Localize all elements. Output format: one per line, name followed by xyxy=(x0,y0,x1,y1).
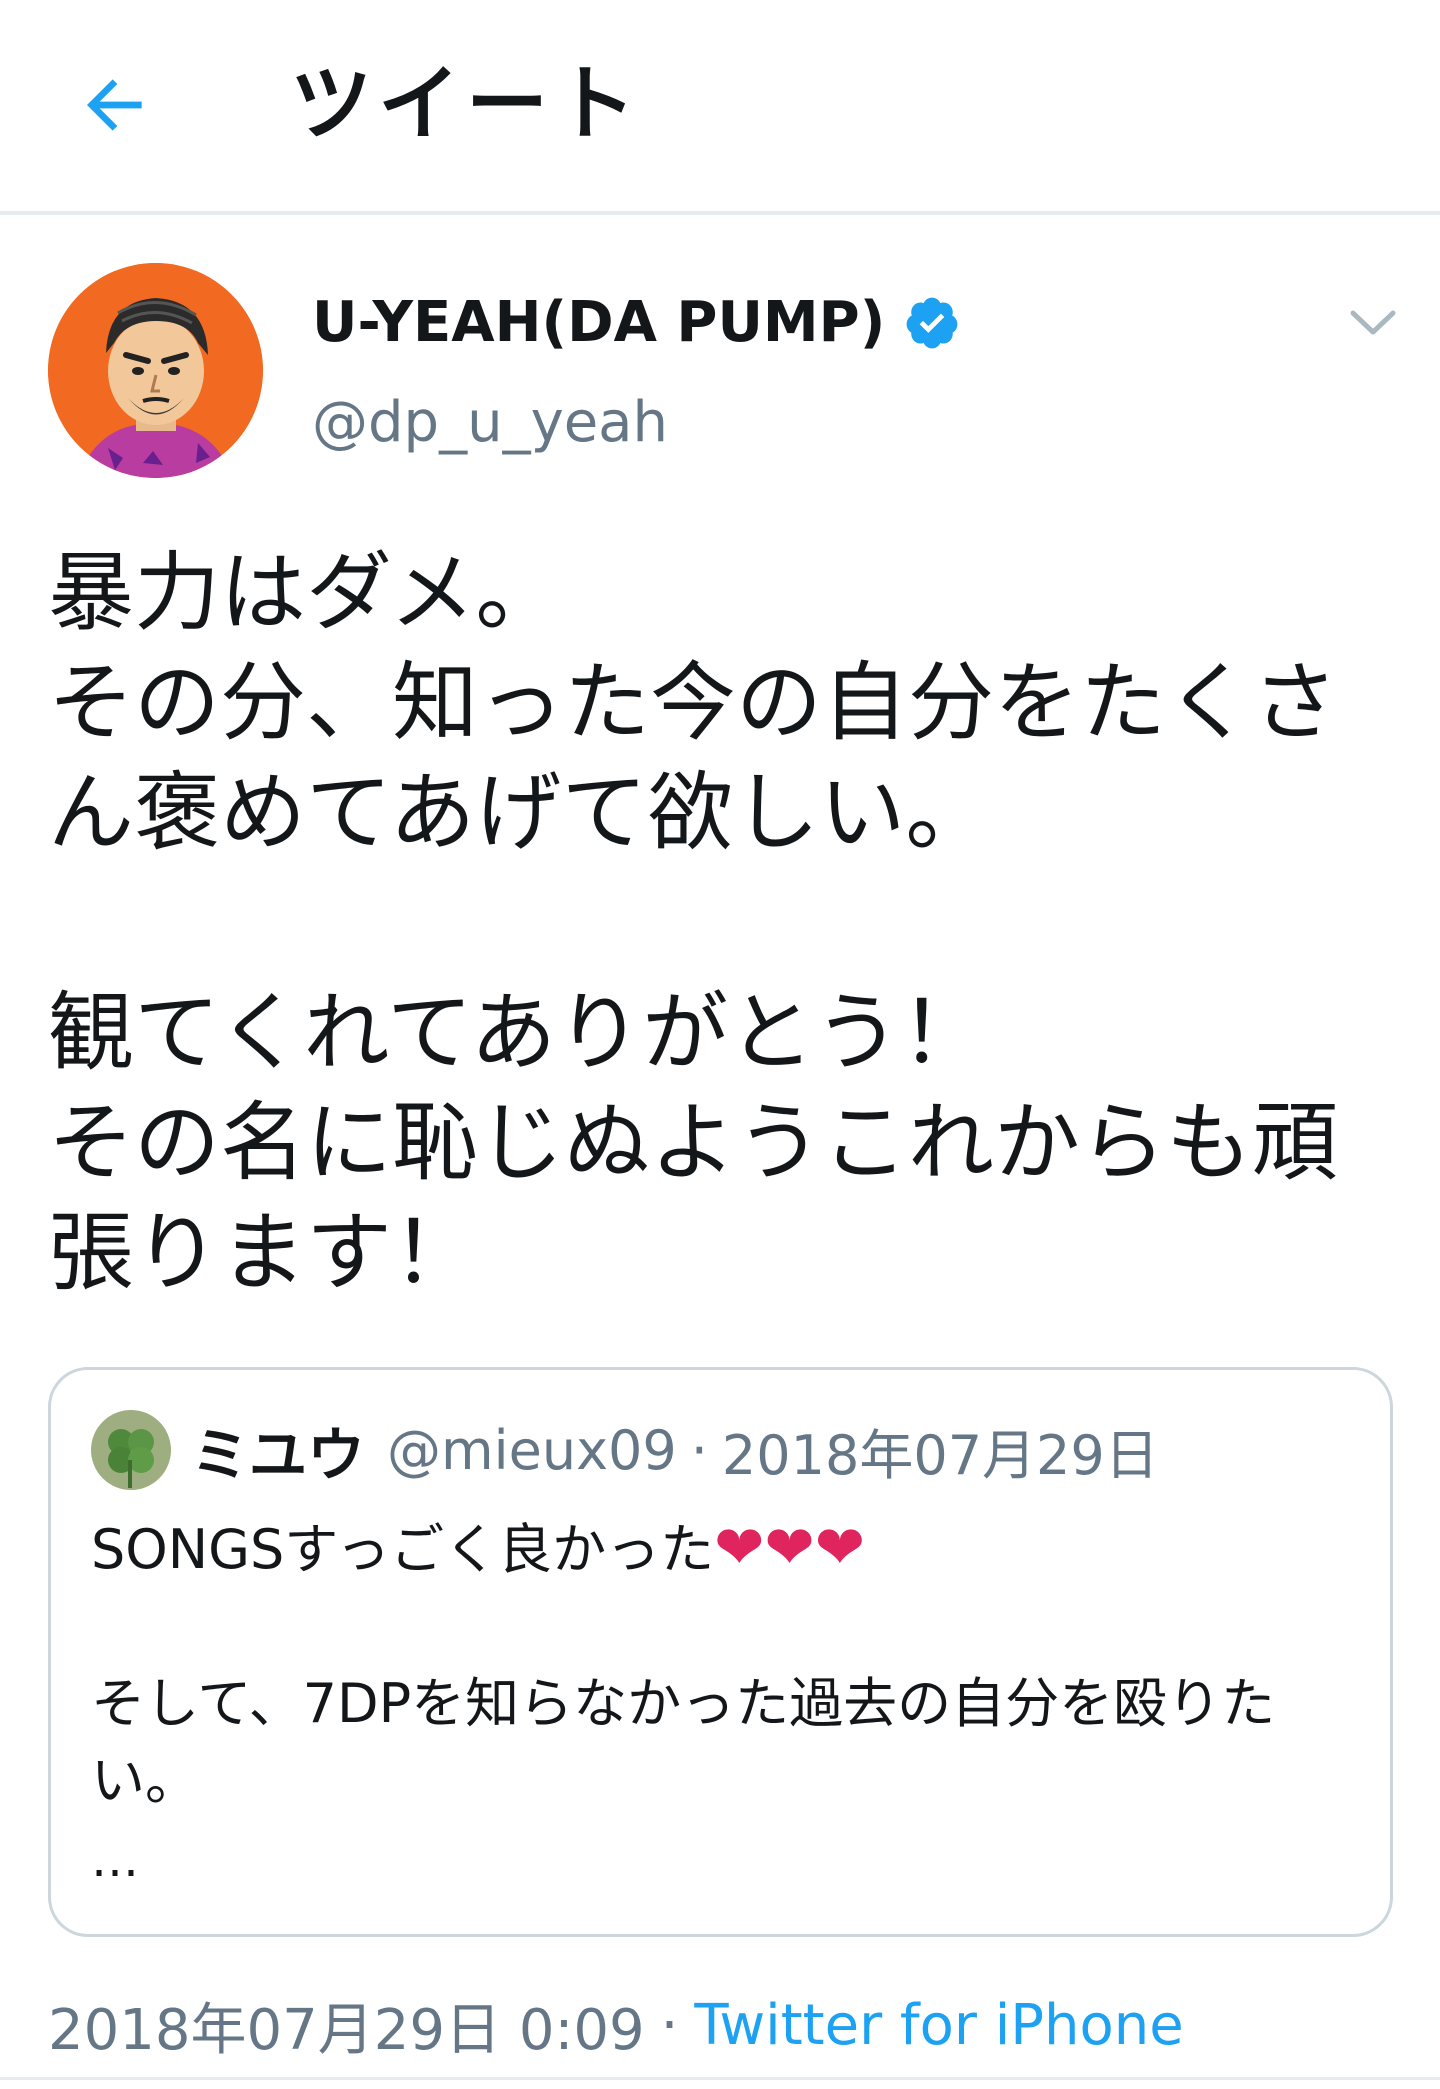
quoted-text-line1: SONGSすっごく良かった xyxy=(91,1518,715,1581)
quoted-author-name: ミユウ xyxy=(191,1421,366,1489)
quoted-tweet-card[interactable]: ミユウ @mieux09 · 2018年07月29日 SONGSすっごく良かった… xyxy=(48,1367,1393,1937)
quoted-ellipsis: … xyxy=(91,1832,141,1888)
chevron-down-icon xyxy=(1350,310,1395,334)
quoted-tweet-header: ミユウ @mieux09 · 2018年07月29日 xyxy=(91,1410,1159,1490)
tweet-options-button[interactable] xyxy=(1335,290,1410,355)
quoted-author-avatar xyxy=(91,1410,171,1490)
tweet-timestamp: 2018年07月29日 0:09 xyxy=(48,1997,645,2063)
meta-separator: · xyxy=(660,1992,679,2058)
tweet-meta: 2018年07月29日 0:09 · Twitter for iPhone xyxy=(48,1990,1184,2063)
quoted-date: 2018年07月29日 xyxy=(721,1423,1159,1487)
page-title: ツイート xyxy=(290,57,643,152)
tweet-text: 暴力はダメ。 その分、知った今の自分をたくさん褒めてあげて欲しい。 観てくれてあ… xyxy=(48,543,1338,1303)
quoted-tweet-text: SONGSすっごく良かった❤❤❤ そして、7DPを知らなかった過去の自分を殴りた… xyxy=(91,1510,1351,1819)
quoted-author-handle: @mieux09 xyxy=(387,1418,677,1482)
author-avatar[interactable] xyxy=(48,263,263,478)
clover-avatar-icon xyxy=(91,1410,171,1490)
back-button[interactable] xyxy=(60,50,170,160)
quoted-separator: · xyxy=(690,1418,708,1482)
heart-emoji-icon: ❤❤❤ xyxy=(714,1513,865,1583)
top-app-bar: ツイート xyxy=(0,0,1440,215)
tweet-source-link[interactable]: Twitter for iPhone xyxy=(694,1993,1183,2058)
author-handle[interactable]: @dp_u_yeah xyxy=(312,385,668,461)
quoted-text-rest: そして、7DPを知らなかった過去の自分を殴りたい。 xyxy=(91,1672,1276,1812)
author-name: U-YEAH(DA PUMP) xyxy=(312,290,886,355)
divider xyxy=(0,2077,1440,2080)
author-name-row[interactable]: U-YEAH(DA PUMP) xyxy=(312,283,961,363)
arrow-left-icon xyxy=(87,79,142,131)
verified-badge-icon xyxy=(903,294,961,352)
tweet-detail-screen: ツイート U-YEAH(DA PUMP) @dp_u_yeah 暴力はダメ。 そ… xyxy=(0,0,1440,2089)
cartoon-avatar-icon xyxy=(48,263,263,478)
